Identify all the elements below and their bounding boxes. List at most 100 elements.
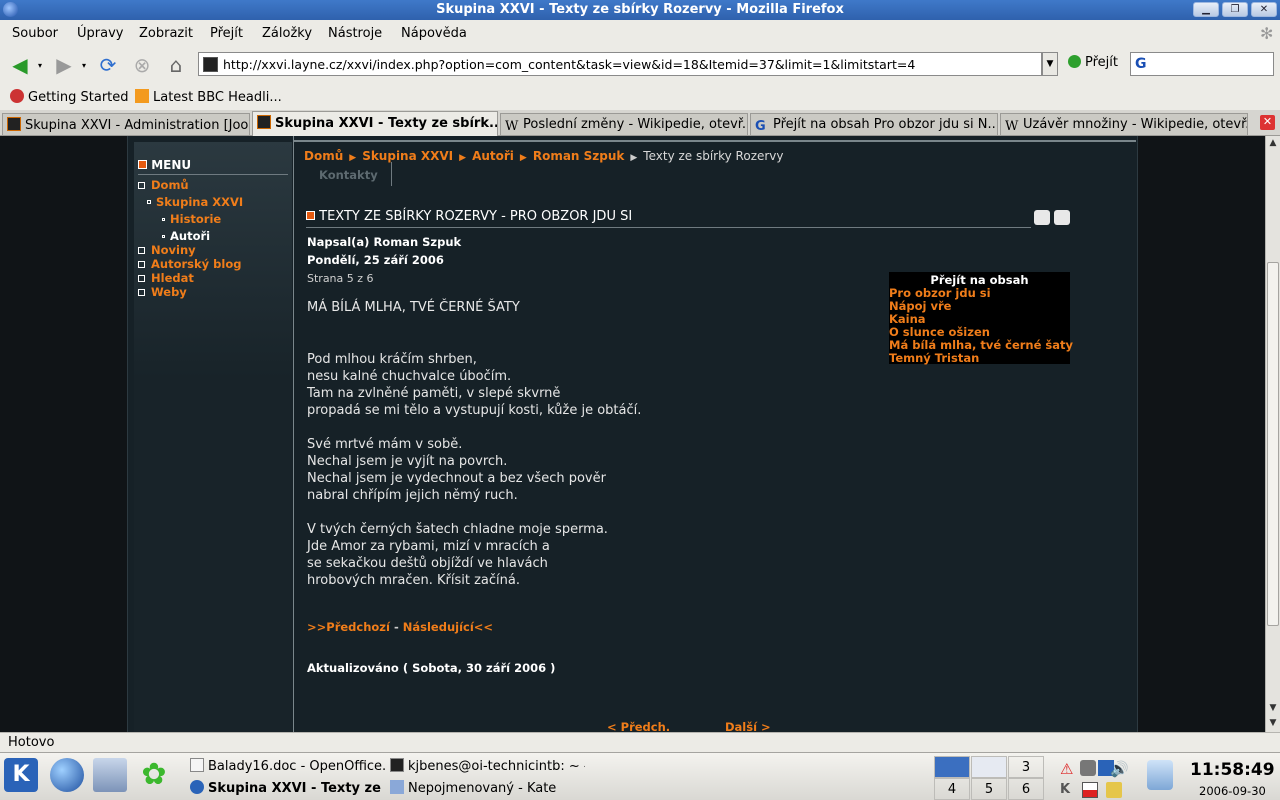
status-text: Hotovo: [8, 735, 55, 750]
forward-history-dropdown-icon[interactable]: ▾: [78, 53, 90, 77]
menu-nastroje[interactable]: Nástroje: [328, 26, 382, 41]
article-page-indicator: Strana 5 z 6: [307, 272, 374, 285]
top-divider: [294, 140, 1136, 142]
toc-item[interactable]: Temný Tristan: [889, 352, 1070, 365]
pager-next[interactable]: Další >: [725, 720, 771, 732]
bookmark-bbc-headlines[interactable]: Latest BBC Headli...: [135, 89, 282, 105]
scroll-down-icon-1[interactable]: ▼: [1266, 701, 1280, 716]
bullet-icon: [138, 289, 145, 296]
back-arrow-icon[interactable]: ◀: [8, 53, 32, 77]
close-button[interactable]: ✕: [1251, 2, 1277, 17]
search-input[interactable]: G: [1130, 52, 1274, 76]
breadcrumb-autori[interactable]: Autoři: [472, 149, 514, 163]
url-bar[interactable]: http://xxvi.layne.cz/xxvi/index.php?opti…: [198, 52, 1042, 76]
site-menu-autorsky-blog[interactable]: Autorský blog: [138, 257, 241, 271]
go-button[interactable]: Přejít: [1068, 55, 1118, 70]
breadcrumb-current: Texty ze sbírky Rozervy: [643, 149, 784, 163]
desktop-3[interactable]: 3: [1008, 756, 1044, 778]
icq-flower-icon[interactable]: ✿: [137, 758, 171, 792]
minimize-button[interactable]: ▁: [1193, 2, 1219, 17]
scroll-up-icon[interactable]: ▲: [1266, 136, 1280, 151]
breadcrumb-domu[interactable]: Domů: [304, 149, 343, 163]
joomla-favicon-icon: [257, 115, 271, 129]
clock-time[interactable]: 11:58:49: [1190, 760, 1275, 780]
menu-item-label: Historie: [170, 212, 222, 226]
keyboard-layout-icon[interactable]: [1082, 782, 1098, 798]
menu-soubor[interactable]: Soubor: [12, 26, 58, 41]
tab-administration[interactable]: Skupina XXVI - Administration [Joo...: [2, 113, 250, 135]
site-menu-hledat[interactable]: Hledat: [138, 271, 194, 285]
task-terminal[interactable]: kjbenes@oi-technicintb: ~ -: [390, 758, 585, 774]
maximize-button[interactable]: ❐: [1222, 2, 1248, 17]
table-of-contents: Přejít na obsah Pro obzor jdu si Nápoj v…: [889, 272, 1073, 365]
volume-icon[interactable]: 🔊: [1110, 760, 1129, 778]
menu-divider: [138, 174, 288, 175]
desktop-6[interactable]: 6: [1008, 778, 1044, 800]
network-icon[interactable]: [1080, 760, 1096, 776]
poem-line: V tvých černých šatech chladne moje sper…: [307, 522, 608, 537]
next-link[interactable]: Následující<<: [403, 620, 493, 634]
kontakty-link[interactable]: Kontakty: [319, 168, 378, 182]
menu-zalozky[interactable]: Záložky: [262, 26, 312, 41]
warning-icon[interactable]: ⚠: [1060, 760, 1076, 778]
task-firefox[interactable]: Skupina XXVI - Texty ze s: [190, 780, 385, 796]
pager-previous[interactable]: < Předch.: [607, 720, 670, 732]
back-history-dropdown-icon[interactable]: ▾: [34, 53, 46, 77]
desktop-4[interactable]: 4: [934, 778, 970, 800]
site-menu-weby[interactable]: Weby: [138, 285, 187, 299]
stop-icon[interactable]: ⊗: [130, 53, 154, 77]
home-icon[interactable]: ⌂: [164, 53, 188, 77]
bullet-icon: [138, 261, 145, 268]
clock-date: 2006-09-30: [1199, 784, 1266, 798]
tab-texty-ze-sbirky[interactable]: Skupina XXVI - Texty ze sbírk...: [252, 111, 498, 136]
scroll-down-icon-2[interactable]: ▼: [1266, 716, 1280, 731]
task-kate[interactable]: Nepojmenovaný - Kate: [390, 780, 585, 796]
reload-icon[interactable]: ⟳: [96, 53, 120, 77]
tab-label: Skupina XXVI - Texty ze sbírk...: [275, 116, 498, 131]
scroll-thumb[interactable]: [1267, 262, 1279, 626]
trash-icon[interactable]: [1147, 760, 1173, 790]
menu-heading: MENU: [138, 158, 191, 172]
print-icon[interactable]: [1054, 210, 1070, 225]
klipper-icon[interactable]: K: [1060, 782, 1076, 798]
tab-posledni-zmeny[interactable]: W Poslední změny - Wikipedie, otevř...: [500, 113, 748, 135]
site-menu-noviny[interactable]: Noviny: [138, 243, 196, 257]
site-menu-domu[interactable]: Domů: [138, 178, 189, 192]
url-text: http://xxvi.layne.cz/xxvi/index.php?opti…: [223, 57, 916, 72]
vertical-scrollbar[interactable]: ▲ ▼ ▼: [1265, 136, 1280, 732]
forward-arrow-icon[interactable]: ▶: [52, 53, 76, 77]
site-menu-historie[interactable]: Historie: [162, 212, 221, 226]
site-menu-autori[interactable]: Autoři: [162, 229, 210, 243]
article-title-text: TEXTY ZE SBÍRKY ROZERVY - PRO OBZOR JDU …: [319, 209, 633, 224]
tab-bar: Skupina XXVI - Administration [Joo... Sk…: [0, 110, 1280, 136]
previous-link[interactable]: >>Předchozí: [307, 620, 390, 634]
getting-started-icon: [10, 89, 24, 103]
notes-icon[interactable]: [1106, 782, 1122, 798]
system-icon[interactable]: [93, 758, 127, 792]
google-favicon-icon: G: [755, 119, 766, 134]
poem-title: MÁ BÍLÁ MLHA, TVÉ ČERNÉ ŠATY: [307, 300, 520, 315]
desktop-5[interactable]: 5: [971, 778, 1007, 800]
menu-upravy[interactable]: Úpravy: [77, 26, 123, 41]
breadcrumb-skupina[interactable]: Skupina XXVI: [362, 149, 453, 163]
rss-feed-icon: [135, 89, 149, 103]
bookmark-getting-started[interactable]: Getting Started: [10, 89, 129, 105]
desktop-1[interactable]: [934, 756, 970, 778]
site-menu-skupina-xxvi[interactable]: Skupina XXVI: [147, 195, 243, 209]
pdf-icon[interactable]: [1034, 210, 1050, 225]
close-tab-icon[interactable]: ✕: [1260, 115, 1275, 130]
kde-menu-icon[interactable]: K: [4, 758, 38, 792]
url-history-dropdown[interactable]: ▼: [1042, 52, 1058, 76]
kate-icon: [390, 780, 404, 794]
breadcrumb-roman-szpuk[interactable]: Roman Szpuk: [533, 149, 625, 163]
menu-napoveda[interactable]: Nápověda: [401, 26, 467, 41]
tab-prejit-na-obsah[interactable]: G Přejít na obsah Pro obzor jdu si N...: [750, 113, 998, 135]
menu-prejit[interactable]: Přejít: [210, 26, 243, 41]
poem-line: se sekačkou deštů objíždí ve hlavách: [307, 556, 548, 571]
task-openoffice[interactable]: Balady16.doc - OpenOffice.o: [190, 758, 385, 774]
tab-uzaver-mnoziny[interactable]: W Uzávěr množiny - Wikipedie, otevř...: [1000, 113, 1248, 135]
menu-zobrazit[interactable]: Zobrazit: [139, 26, 193, 41]
breadcrumb-arrow-icon: ▶: [349, 153, 357, 163]
konqueror-icon[interactable]: [50, 758, 84, 792]
desktop-2[interactable]: [971, 756, 1007, 778]
